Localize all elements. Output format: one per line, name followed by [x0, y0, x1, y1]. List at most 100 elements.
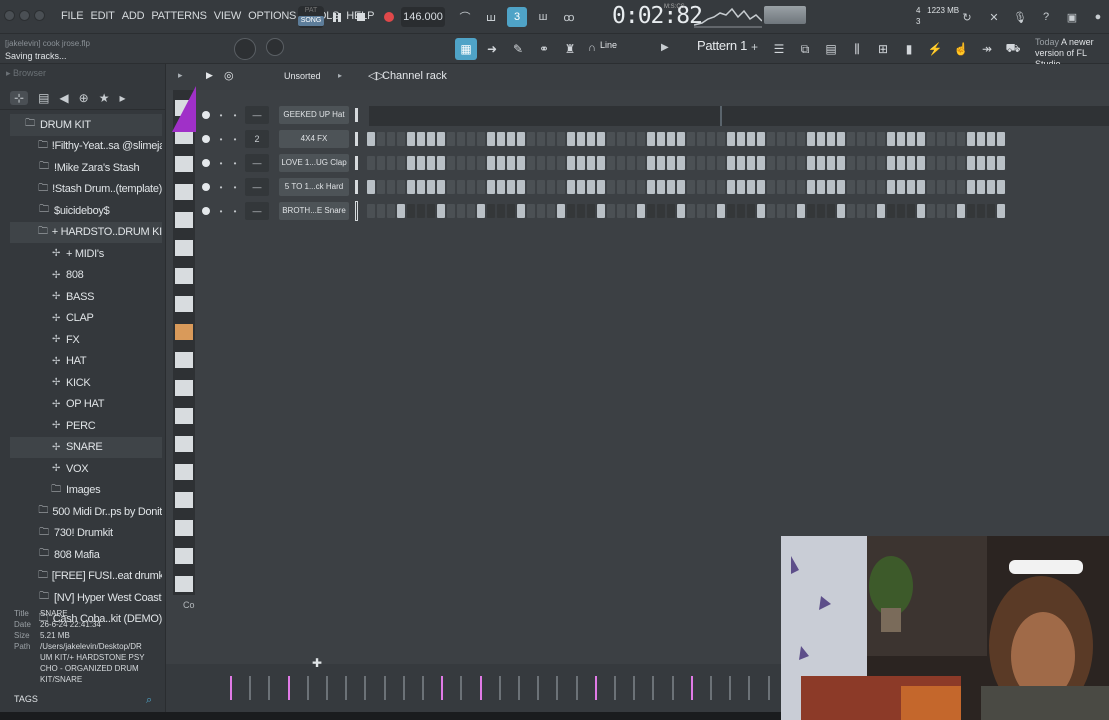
pattern-selector[interactable]: Pattern 1 — [697, 38, 747, 53]
step-button[interactable] — [807, 132, 815, 146]
browser-plugins-button[interactable]: ⊕ — [79, 91, 89, 105]
browser-tree-item[interactable]: ✢ PERC — [10, 415, 162, 437]
record-button[interactable] — [379, 7, 399, 27]
step-button[interactable] — [497, 180, 505, 194]
browser-tree-item[interactable]: ✢ SNARE — [10, 436, 162, 458]
rack-graph-icon[interactable]: ◎ — [224, 69, 234, 82]
step-button[interactable] — [707, 132, 715, 146]
step-button[interactable] — [767, 180, 775, 194]
stamp-button[interactable]: ♜ — [559, 38, 581, 60]
step-button[interactable] — [427, 204, 435, 218]
step-button[interactable] — [647, 204, 655, 218]
step-button[interactable] — [627, 180, 635, 194]
step-button[interactable] — [727, 204, 735, 218]
step-button[interactable] — [417, 132, 425, 146]
browser-button[interactable]: ⊞ — [872, 38, 894, 60]
step-button[interactable] — [957, 156, 965, 170]
step-button[interactable] — [587, 204, 595, 218]
channel-group-selector[interactable]: Unsorted — [284, 71, 321, 81]
step-button[interactable] — [877, 180, 885, 194]
step-button[interactable] — [617, 204, 625, 218]
step-button[interactable] — [567, 180, 575, 194]
step-button[interactable] — [897, 180, 905, 194]
browser-tree-item[interactable]: 🗀 500 Midi Dr..ps by Donit — [10, 501, 162, 523]
step-button[interactable] — [477, 156, 485, 170]
brush-button[interactable]: ✎ — [507, 38, 529, 60]
channel-mixer-track[interactable]: — — [245, 202, 269, 220]
step-button[interactable] — [957, 132, 965, 146]
channel-select-indicator[interactable] — [355, 201, 358, 221]
step-button[interactable] — [807, 156, 815, 170]
rack-swing-icon[interactable]: ▶ — [206, 70, 213, 81]
step-button[interactable] — [507, 204, 515, 218]
step-button[interactable] — [907, 156, 915, 170]
step-button[interactable] — [717, 132, 725, 146]
step-button[interactable] — [927, 180, 935, 194]
step-button[interactable] — [987, 156, 995, 170]
step-button[interactable] — [787, 204, 795, 218]
step-button[interactable] — [987, 204, 995, 218]
channel-mute-button[interactable] — [202, 111, 210, 119]
step-button[interactable] — [737, 156, 745, 170]
channel-volume-knob[interactable]: • — [231, 135, 239, 144]
step-button[interactable] — [407, 204, 415, 218]
step-button[interactable] — [927, 204, 935, 218]
step-button[interactable] — [647, 180, 655, 194]
step-button[interactable] — [657, 156, 665, 170]
step-button[interactable] — [787, 132, 795, 146]
step-button[interactable] — [717, 156, 725, 170]
master-volume-knob[interactable] — [266, 38, 284, 56]
save-button[interactable]: ▣ — [1062, 7, 1082, 27]
step-button[interactable] — [757, 156, 765, 170]
plugin-picker-button[interactable]: ▮ — [898, 38, 920, 60]
step-button[interactable] — [777, 180, 785, 194]
step-button[interactable] — [507, 132, 515, 146]
step-button[interactable] — [547, 180, 555, 194]
step-button[interactable] — [457, 132, 465, 146]
step-button[interactable] — [837, 180, 845, 194]
channel-mute-button[interactable] — [202, 159, 210, 167]
step-button[interactable] — [767, 204, 775, 218]
step-button[interactable] — [797, 204, 805, 218]
step-button[interactable] — [887, 156, 895, 170]
mixer-button[interactable]: ⫼ — [846, 38, 868, 60]
step-button[interactable] — [567, 156, 575, 170]
step-button[interactable] — [517, 204, 525, 218]
step-button[interactable] — [737, 180, 745, 194]
step-button[interactable] — [697, 156, 705, 170]
minimize-window-button[interactable] — [19, 10, 30, 21]
step-button[interactable] — [887, 180, 895, 194]
step-button[interactable] — [557, 132, 565, 146]
step-button[interactable] — [797, 132, 805, 146]
step-button[interactable] — [737, 204, 745, 218]
step-button[interactable] — [747, 132, 755, 146]
step-button[interactable] — [427, 156, 435, 170]
step-button[interactable] — [667, 204, 675, 218]
metronome-button[interactable]: ⌒ — [455, 7, 475, 27]
step-button[interactable] — [817, 180, 825, 194]
step-button[interactable] — [387, 156, 395, 170]
plugin-db-button[interactable]: ⚡ — [924, 38, 946, 60]
step-button[interactable] — [757, 132, 765, 146]
step-button[interactable] — [747, 180, 755, 194]
step-button[interactable] — [407, 180, 415, 194]
step-button[interactable] — [937, 156, 945, 170]
step-button[interactable] — [367, 204, 375, 218]
step-button[interactable] — [747, 204, 755, 218]
account-button[interactable]: ● — [1088, 7, 1108, 27]
step-button[interactable] — [577, 132, 585, 146]
step-button[interactable] — [527, 204, 535, 218]
step-button[interactable] — [447, 180, 455, 194]
step-button[interactable] — [937, 180, 945, 194]
step-button[interactable] — [617, 132, 625, 146]
step-button[interactable] — [967, 180, 975, 194]
search-icon[interactable]: ⌕ — [146, 694, 152, 707]
step-button[interactable] — [657, 132, 665, 146]
rack-group-arrow-icon[interactable]: ▸ — [338, 71, 342, 80]
step-button[interactable] — [917, 132, 925, 146]
step-button[interactable] — [607, 132, 615, 146]
step-button[interactable] — [737, 132, 745, 146]
step-button[interactable] — [407, 156, 415, 170]
step-button[interactable] — [547, 204, 555, 218]
step-button[interactable] — [637, 180, 645, 194]
